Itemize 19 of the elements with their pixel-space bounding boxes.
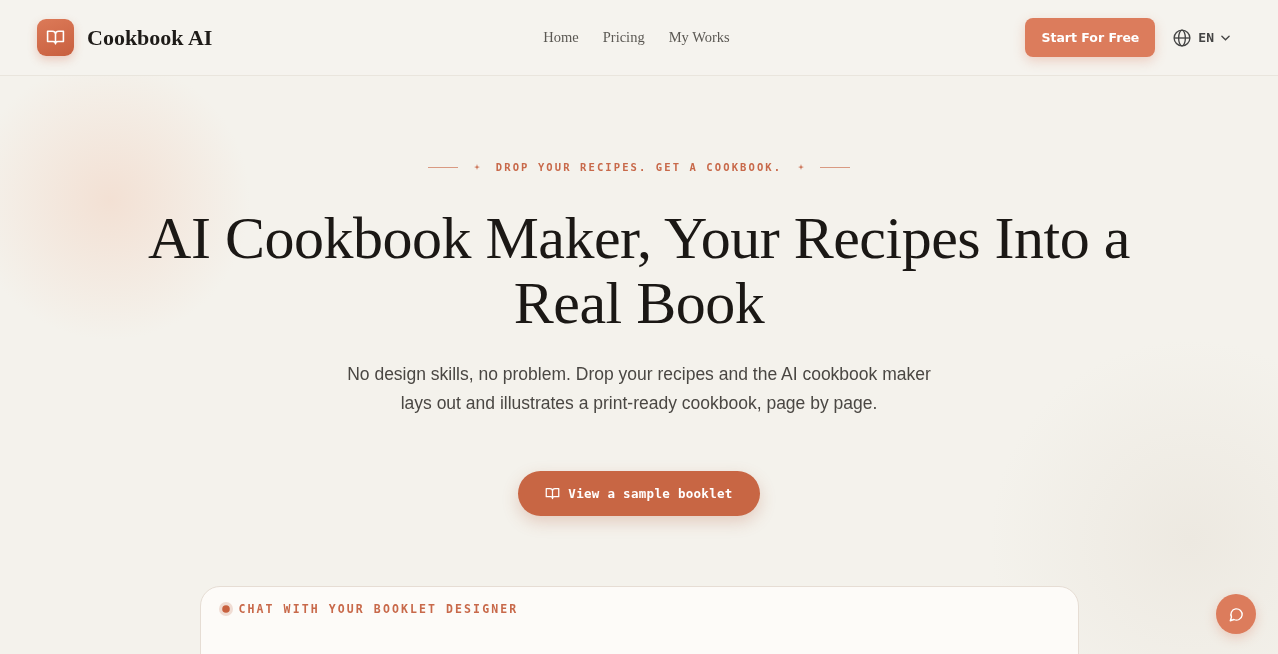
chat-bubble-icon [1228,606,1244,622]
chevron-down-icon [1221,34,1230,41]
book-logo-icon [37,19,74,56]
sparkle-icon [798,164,805,170]
status-dot-icon [218,602,233,616]
globe-icon [1173,28,1192,47]
language-selector[interactable]: EN [1173,28,1230,47]
sample-booklet-button[interactable]: View a sample booklet [518,471,760,516]
hero-title: AI Cookbook Maker, Your Recipes Into a Real Book [147,206,1131,336]
sparkle-icon [473,164,480,170]
chat-button[interactable] [1216,594,1256,634]
nav-link[interactable]: Home [543,29,579,46]
chat-panel-label: CHAT WITH YOUR BOOKLET DESIGNER [238,601,519,617]
brand-name[interactable]: Cookbook AI [87,24,213,51]
book-icon [545,486,561,501]
nav-link[interactable]: Pricing [602,29,645,46]
tagline: DROP YOUR RECIPES. GET A COOKBOOK. [495,160,783,174]
nav-link[interactable]: My Works [668,29,730,46]
hero-subtitle: No design skills, no problem. Drop your recipes and the AI cookbook maker lays out and illustrates a print-ready cookbook, page by page. [346,363,932,415]
